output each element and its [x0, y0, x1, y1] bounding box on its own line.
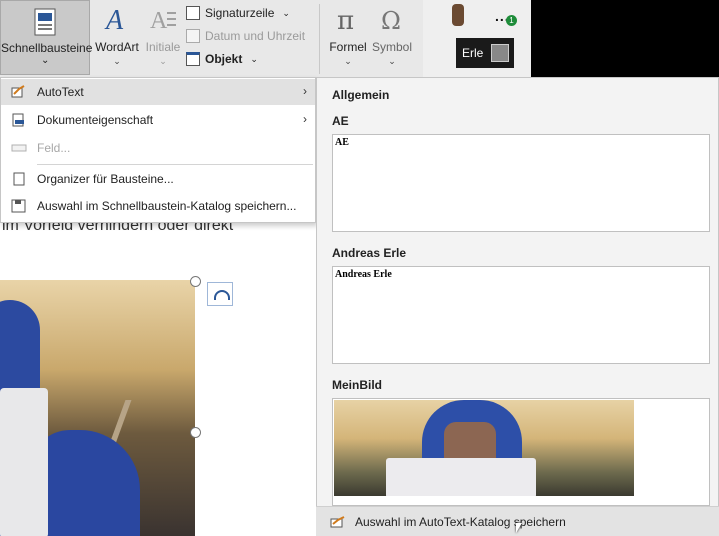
save-selection-icon	[11, 199, 26, 213]
autotext-gallery: Allgemein AE AE Andreas Erle Andreas Erl…	[316, 77, 719, 536]
image-detail	[0, 388, 48, 536]
mouse-cursor-icon	[516, 523, 522, 533]
svg-text:Ω: Ω	[381, 7, 401, 34]
entry-name: AE	[332, 114, 349, 128]
chevron-down-icon: ⌄	[250, 53, 258, 64]
menu-item-dokumenteigenschaft[interactable]: Dokumenteigenschaft ›	[1, 107, 315, 133]
menu-item-autotext[interactable]: AutoText ›	[1, 79, 315, 105]
datum-uhrzeit-label: Datum und Uhrzeit	[205, 29, 306, 43]
chevron-down-icon: ⌄	[41, 55, 50, 66]
resize-handle-right[interactable]	[190, 427, 201, 438]
chevron-down-icon: ⌄	[344, 56, 352, 66]
initiale-label: Initiale	[145, 40, 181, 54]
drop-cap-icon: A	[150, 8, 176, 34]
window-background	[531, 0, 719, 77]
chevron-down-icon: ⌄	[388, 56, 396, 66]
wordart-label: WordArt	[95, 40, 139, 54]
calendar-icon	[186, 29, 200, 43]
image-detail	[386, 458, 536, 496]
account-button[interactable]: Erle	[456, 38, 514, 68]
objekt-label: Objekt	[205, 52, 243, 66]
symbol-button[interactable]: Ω Symbol ⌄	[370, 4, 414, 67]
chevron-right-icon: ›	[303, 112, 307, 126]
object-icon	[186, 52, 200, 66]
account-name: Erle	[462, 46, 484, 60]
svg-text:A: A	[104, 5, 124, 34]
chevron-down-icon: ⌄	[113, 56, 121, 66]
objekt-button[interactable]: Objekt ⌄	[186, 49, 258, 69]
schnellbausteine-menu: AutoText › Dokumenteigenschaft › Feld...…	[0, 77, 316, 223]
chevron-right-icon: ›	[303, 84, 307, 98]
formel-button[interactable]: π Formel ⌄	[325, 4, 371, 67]
autotext-entry-ae[interactable]: AE	[332, 134, 710, 232]
menu-item-label: Dokumenteigenschaft	[37, 113, 154, 127]
chevron-down-icon: ⌄	[282, 7, 290, 18]
notification-badge: 1	[506, 15, 517, 26]
datum-uhrzeit-button[interactable]: Datum und Uhrzeit	[186, 26, 305, 46]
menu-separator	[37, 164, 313, 165]
chevron-down-icon: ⌄	[159, 56, 167, 66]
autotext-entry-andreas-erle[interactable]: Andreas Erle	[332, 266, 710, 364]
quick-parts-icon	[34, 8, 56, 36]
schnellbausteine-button[interactable]: Schnellbausteine ⌄	[0, 0, 93, 75]
field-icon	[11, 144, 27, 152]
entry-preview: Andreas Erle	[335, 269, 392, 280]
document-image[interactable]	[0, 280, 195, 536]
menu-item-feld[interactable]: Feld...	[1, 135, 315, 161]
gallery-header: Allgemein	[332, 88, 390, 102]
autotext-save-icon	[330, 515, 345, 527]
svg-text:π: π	[337, 6, 354, 34]
pi-icon: π	[337, 6, 354, 36]
entry-name: MeinBild	[332, 378, 382, 392]
menu-item-label: Auswahl im Schnellbaustein-Katalog speic…	[37, 199, 297, 213]
omega-icon: Ω	[381, 7, 401, 35]
menu-item-label: Feld...	[37, 141, 71, 155]
autotext-icon	[11, 85, 25, 98]
initiale-button[interactable]: A Initiale ⌄	[142, 4, 184, 67]
symbol-label: Symbol	[371, 40, 412, 54]
avatar	[491, 44, 510, 62]
document-property-icon	[12, 113, 24, 127]
menu-item-auswahl-speichern[interactable]: Auswahl im Schnellbaustein-Katalog speic…	[1, 193, 315, 219]
entry-name: Andreas Erle	[332, 246, 407, 260]
schnellbausteine-label: Schnellbausteine	[1, 41, 93, 55]
avatar-figure-icon	[452, 4, 464, 26]
ribbon-separator	[319, 4, 320, 74]
signature-line-icon	[186, 6, 200, 20]
wordart-icon: A	[104, 5, 124, 36]
entry-preview: AE	[335, 137, 349, 148]
entry-image-preview	[334, 400, 634, 496]
formel-label: Formel	[329, 40, 367, 54]
menu-item-label: AutoText	[37, 85, 84, 99]
menu-item-label: Organizer für Bausteine...	[37, 172, 174, 186]
organizer-icon	[13, 172, 25, 186]
signaturzeile-label: Signaturzeile	[205, 6, 275, 20]
resize-handle-top-right[interactable]	[190, 276, 201, 287]
svg-text:A: A	[150, 8, 168, 34]
menu-item-organizer[interactable]: Organizer für Bausteine...	[1, 166, 315, 192]
signaturzeile-button[interactable]: Signaturzeile ⌄	[186, 3, 290, 23]
footer-label: Auswahl im AutoText-Katalog speichern	[355, 514, 566, 529]
layout-options-icon[interactable]	[207, 282, 233, 306]
autotext-entry-meinbild[interactable]	[332, 398, 710, 506]
wordart-button[interactable]: A WordArt ⌄	[92, 4, 142, 67]
